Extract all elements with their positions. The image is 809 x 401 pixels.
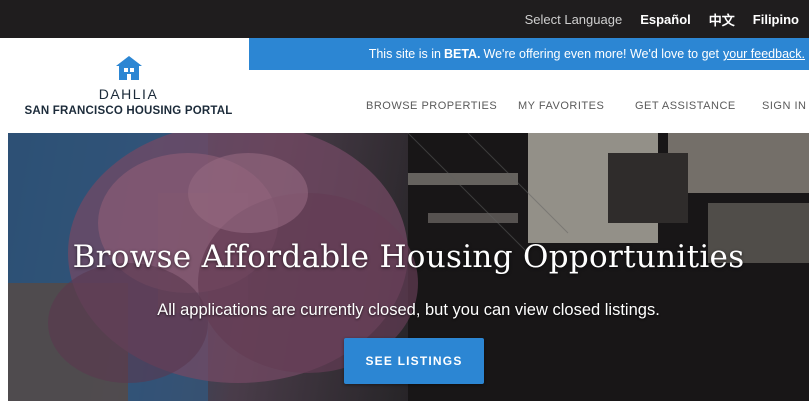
beta-banner: This site is in BETA. We're offering eve…	[249, 38, 809, 70]
language-option-chinese[interactable]: 中文	[709, 10, 735, 29]
select-language-label: Select Language	[524, 11, 623, 27]
see-listings-button[interactable]: SEE LISTINGS	[344, 338, 484, 384]
hero-title: Browse Affordable Housing Opportunities	[72, 239, 745, 275]
language-option-filipino[interactable]: Filipino	[753, 12, 799, 27]
hero-banner: Browse Affordable Housing Opportunities …	[8, 133, 809, 401]
site-logo[interactable]: DAHLIA SAN FRANCISCO HOUSING PORTAL	[8, 38, 249, 133]
logo-title: DAHLIA	[98, 85, 159, 102]
nav-my-favorites[interactable]: MY FAVORITES	[518, 100, 604, 120]
logo-subtitle: SAN FRANCISCO HOUSING PORTAL	[24, 104, 233, 117]
nav-sign-in[interactable]: SIGN IN	[762, 100, 806, 120]
beta-prefix: This site is in	[368, 47, 441, 61]
beta-label: BETA.	[443, 47, 481, 61]
feedback-link[interactable]: your feedback.	[723, 47, 805, 61]
house-icon	[115, 55, 142, 80]
nav-get-assistance[interactable]: GET ASSISTANCE	[635, 100, 736, 120]
beta-message: We're offering even more! We'd love to g…	[483, 47, 719, 61]
hero-subtitle: All applications are currently closed, b…	[157, 301, 660, 319]
nav-browse-properties[interactable]: BROWSE PROPERTIES	[366, 100, 497, 120]
language-option-espanol[interactable]: Español	[640, 12, 691, 27]
language-bar: Select Language Español 中文 Filipino	[0, 0, 809, 38]
